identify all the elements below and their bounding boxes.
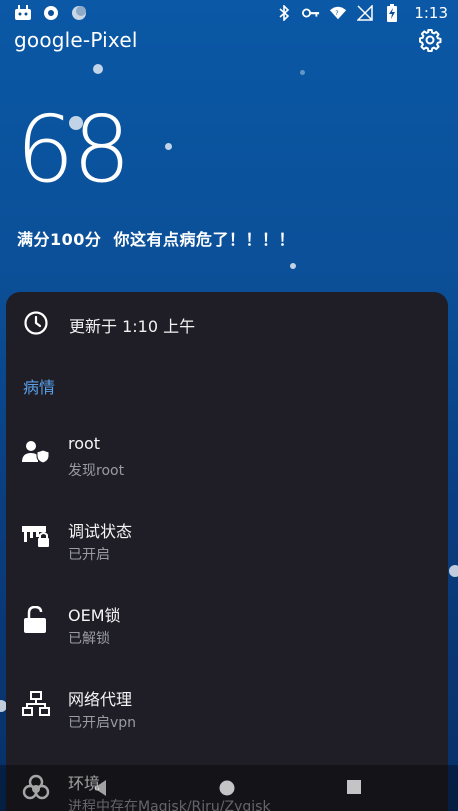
list-item-oem-lock[interactable]: OEM锁 已解锁 [20,602,440,662]
item-subtitle: 已开启 [68,547,110,563]
status-time: 1:13 [414,4,448,22]
circle-notification-icon [42,4,60,22]
item-subtitle: 已解锁 [68,631,110,647]
bubble-decoration [165,143,172,150]
item-title: OEM锁 [68,606,121,625]
home-icon [219,780,235,796]
debug-lock-icon [20,520,52,552]
item-title: 调试状态 [68,522,133,541]
recents-icon [347,780,361,794]
item-subtitle: 发现root [68,463,125,479]
recents-button[interactable] [346,779,362,799]
user-shield-icon [20,436,52,468]
no-signal-icon [356,4,374,22]
bubble-decoration [449,565,458,577]
update-time-text: 更新于 1:10 上午 [69,317,196,336]
device-title: google-Pixel [14,28,138,52]
list-item-network-proxy[interactable]: 网络代理 已开启vpn [20,686,440,746]
settings-button[interactable] [416,26,444,54]
wifi-icon: ? [329,4,347,22]
clock-icon [23,310,49,340]
status-right-icons: ? 1:13 [275,4,448,22]
navigation-bar [0,765,458,811]
home-button[interactable] [218,779,236,801]
moon-icon [70,4,88,22]
score-caption: 满分100分 你这有点病危了！！！！ [17,230,296,249]
back-icon [94,780,106,796]
item-subtitle: 已开启vpn [68,715,137,731]
item-title: root [68,434,101,453]
security-score: 68 [16,96,131,203]
bluetooth-icon [275,4,293,22]
section-title: 病情 [23,378,56,397]
list-item-debug-status[interactable]: 调试状态 已开启 [20,518,440,578]
battery-charging-icon [383,4,401,22]
bubble-decoration [300,70,305,75]
app-header: google-Pixel [14,26,444,54]
status-left-icons [14,4,88,22]
back-button[interactable] [92,779,108,801]
svg-text:?: ? [336,10,339,17]
item-title: 网络代理 [68,690,133,709]
bubble-decoration [93,64,103,74]
unlock-icon [20,604,52,636]
network-icon [20,688,52,720]
robot-icon [14,4,32,22]
details-sheet: 更新于 1:10 上午 病情 root 发现root 调试状态 已开启 OEM锁… [6,292,448,811]
gear-icon [419,29,442,52]
bubble-decoration [290,263,296,269]
vpn-key-icon [302,4,320,22]
list-item-root[interactable]: root 发现root [20,434,440,494]
update-row: 更新于 1:10 上午 [23,310,195,340]
status-bar: ? 1:13 [0,0,458,26]
